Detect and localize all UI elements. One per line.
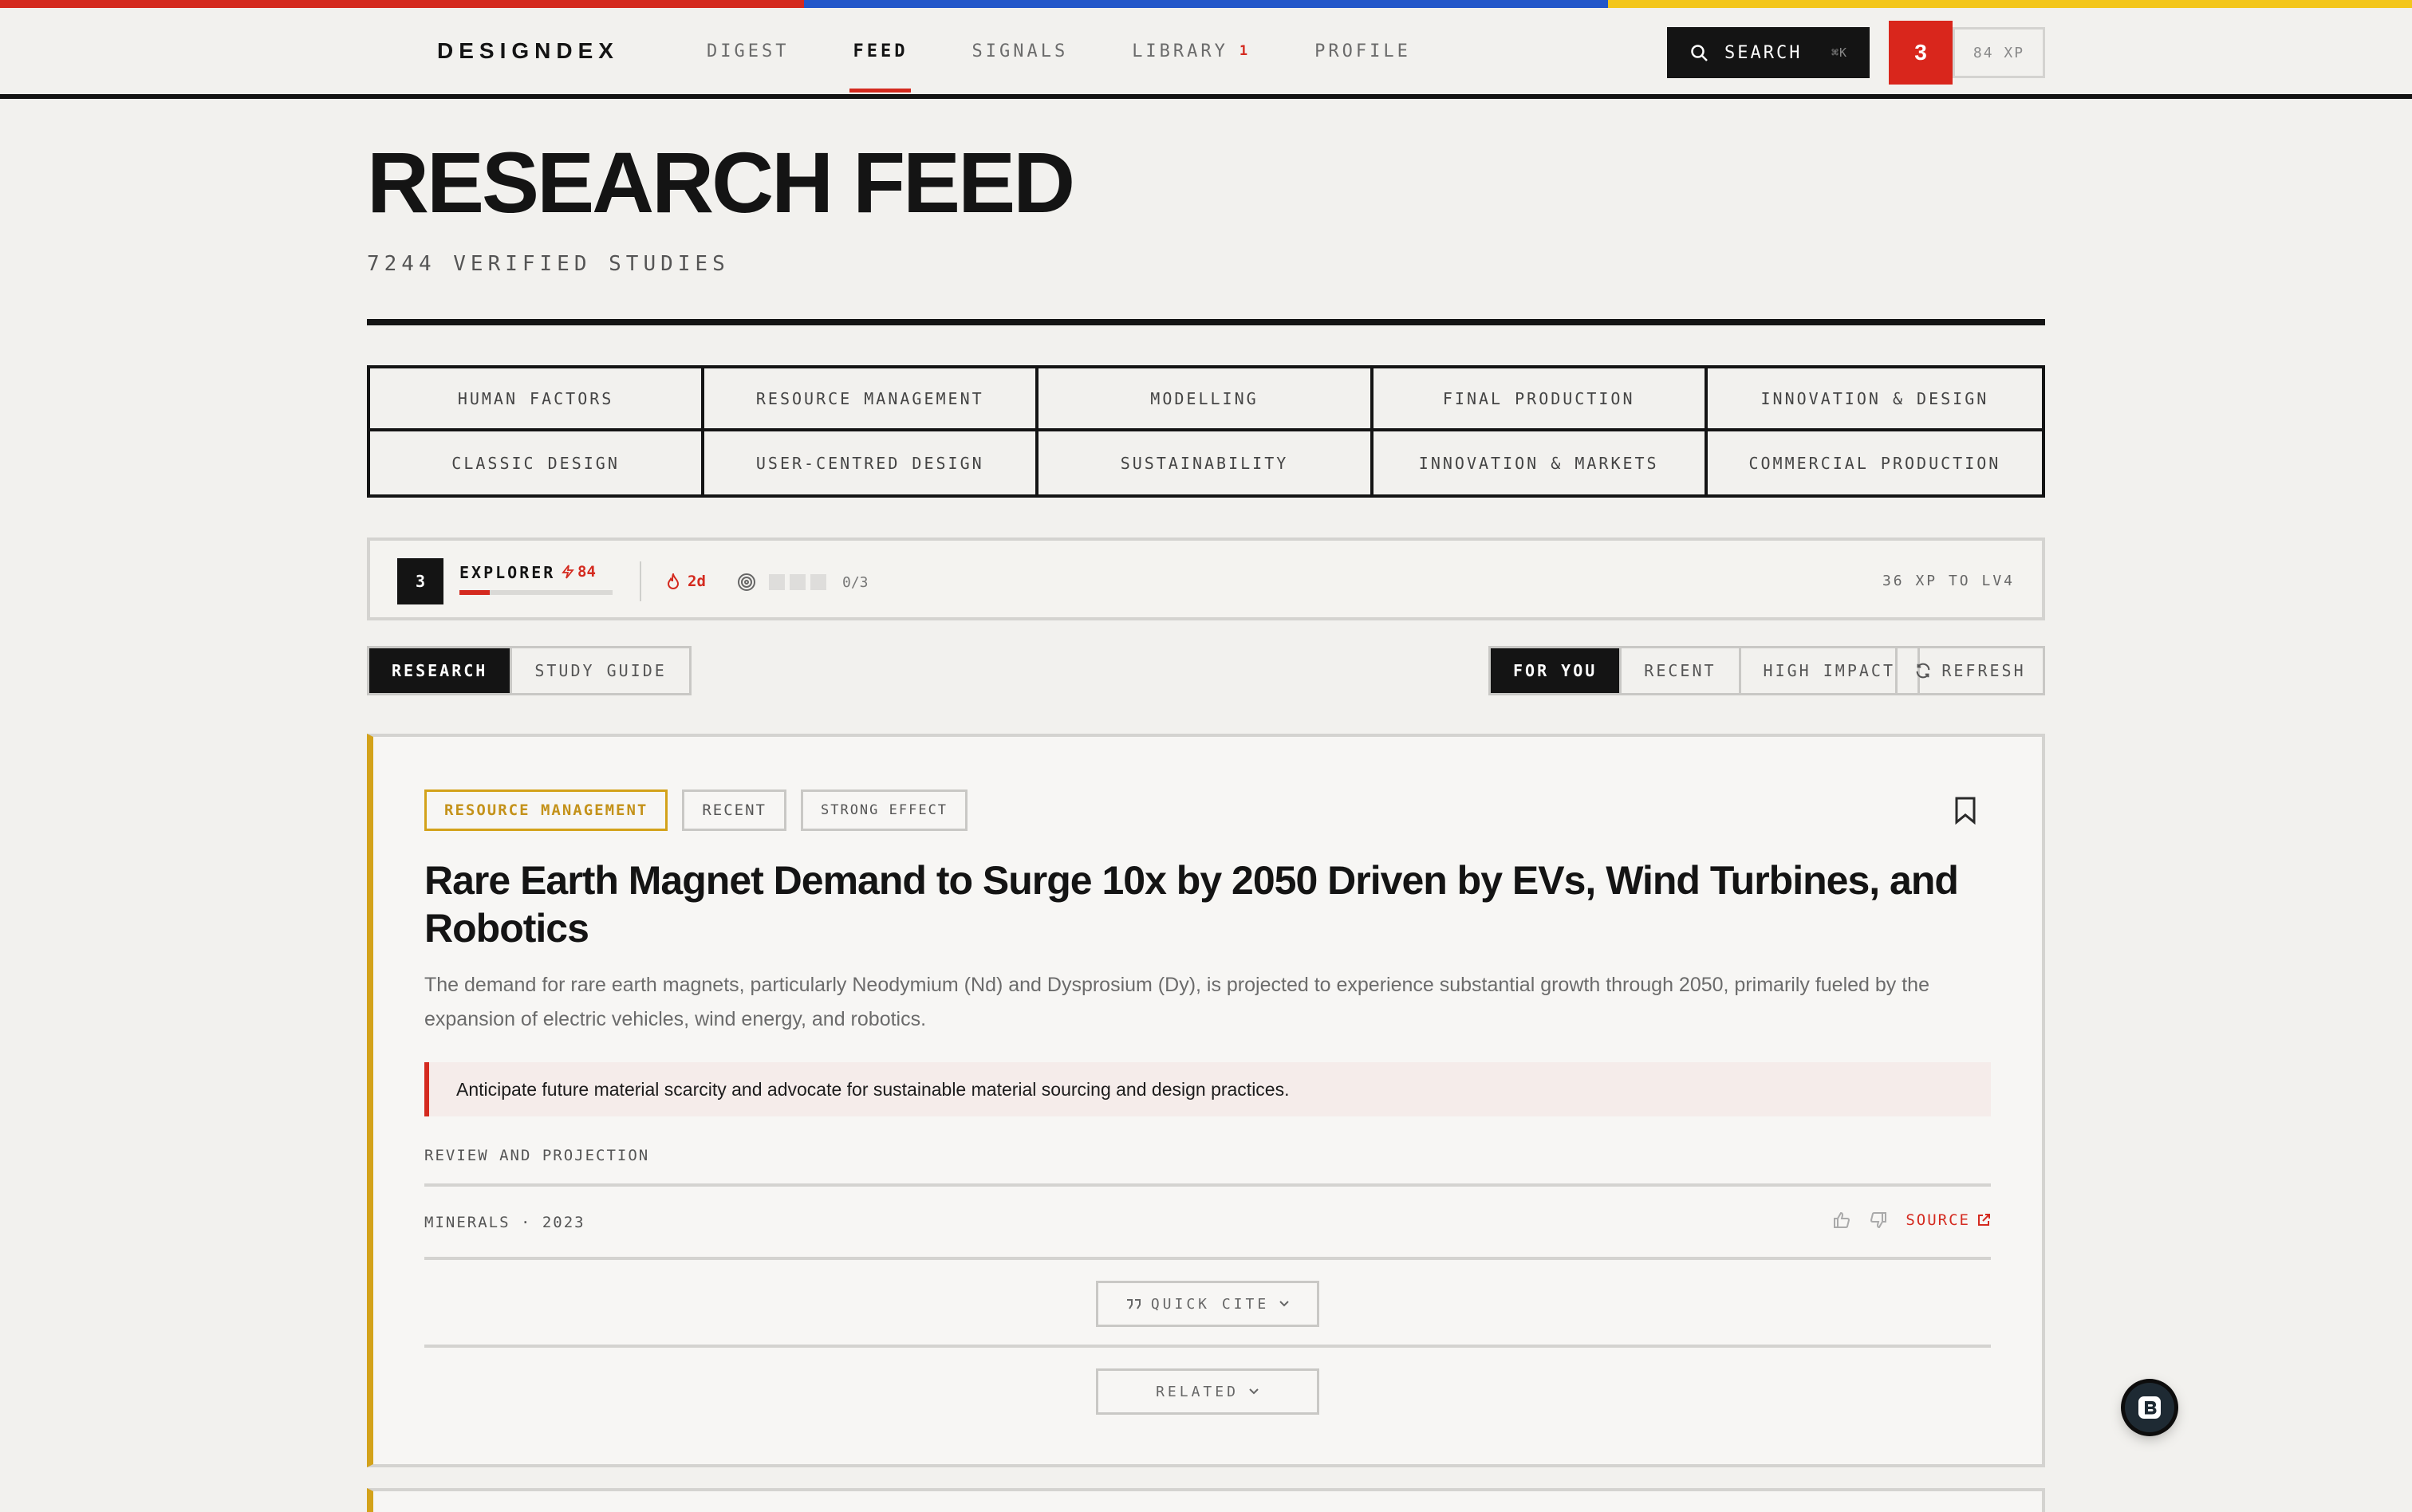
search-shortcut: ⌘K	[1831, 45, 1847, 60]
tab-for-you[interactable]: FOR YOU	[1491, 648, 1622, 693]
streak-value: 2d	[688, 573, 706, 590]
progress-panel: 3 EXPLORER 84 2d 0/3 36 XP TO LV4	[367, 537, 2045, 620]
recency-tag: RECENT	[682, 789, 786, 831]
top-nav: DESIGNDEX DIGEST FEED SIGNALS LIBRARY 1 P…	[0, 8, 2412, 99]
search-label: SEARCH	[1724, 42, 1803, 63]
card-title[interactable]: Rare Earth Magnet Demand to Surge 10x by…	[424, 856, 2004, 952]
category-classic-design[interactable]: CLASSIC DESIGN	[370, 431, 705, 494]
streak: 2d	[667, 573, 706, 590]
search-icon	[1691, 45, 1708, 61]
logo[interactable]: DESIGNDEX	[437, 38, 619, 64]
card-divider	[424, 1345, 1991, 1348]
related-label: RELATED	[1156, 1383, 1239, 1400]
goal-box	[769, 574, 785, 590]
sort-tabs: FOR YOU RECENT HIGH IMPACT	[1488, 646, 1920, 695]
rank-xp: 84	[562, 563, 596, 581]
card-divider	[424, 1183, 1991, 1187]
category-innovation-markets[interactable]: INNOVATION & MARKETS	[1374, 431, 1708, 494]
goal-box	[810, 574, 826, 590]
external-link-icon	[1978, 1214, 1990, 1226]
thumbs-down-icon[interactable]	[1869, 1211, 1888, 1230]
related-button[interactable]: RELATED	[1096, 1368, 1319, 1415]
research-card: RESOURCE MANAGEMENT RECENT STRONG EFFECT…	[367, 734, 2045, 1467]
rank-xp-value: 84	[577, 563, 596, 581]
next-research-card[interactable]	[367, 1488, 2045, 1512]
nav-signals[interactable]: SIGNALS	[940, 8, 1100, 94]
quick-cite-button[interactable]: QUICK CITE	[1096, 1281, 1319, 1327]
xp-to-next-level: 36 XP TO LV4	[1882, 573, 2015, 589]
category-human-factors[interactable]: HUMAN FACTORS	[370, 368, 705, 431]
xp-counter: 84 XP	[1953, 27, 2045, 78]
level-square: 3	[397, 558, 443, 604]
card-description: The demand for rare earth magnets, parti…	[424, 974, 1929, 1030]
card-meta: MINERALS · 2023	[424, 1214, 585, 1231]
top-color-stripe	[0, 0, 2412, 8]
nav-profile[interactable]: PROFILE	[1283, 8, 1443, 94]
refresh-button[interactable]: REFRESH	[1895, 646, 2045, 695]
tab-research[interactable]: RESEARCH	[369, 648, 513, 693]
category-grid: HUMAN FACTORS RESOURCE MANAGEMENT MODELL…	[367, 365, 2045, 498]
level-badge[interactable]: 3	[1889, 21, 1953, 85]
thumbs-up-icon[interactable]	[1832, 1211, 1851, 1230]
chevron-down-icon	[1279, 1301, 1289, 1307]
rank-progress-fill	[459, 590, 491, 595]
chevron-down-icon	[1249, 1388, 1259, 1395]
daily-goal: 0/3	[737, 573, 869, 592]
study-method: REVIEW AND PROJECTION	[424, 1147, 650, 1164]
page-subtitle: 7244 VERIFIED STUDIES	[367, 252, 730, 276]
tab-high-impact[interactable]: HIGH IMPACT	[1741, 648, 1917, 693]
nav-digest[interactable]: DIGEST	[675, 8, 821, 94]
card-divider	[424, 1257, 1991, 1260]
category-modelling[interactable]: MODELLING	[1038, 368, 1374, 431]
design-implication: Anticipate future material scarcity and …	[424, 1062, 1991, 1116]
source-label: SOURCE	[1906, 1211, 1970, 1229]
nav-feed-label: FEED	[853, 41, 908, 61]
effect-tag: STRONG EFFECT	[800, 789, 968, 831]
category-commercial-production[interactable]: COMMERCIAL PRODUCTION	[1708, 431, 2042, 494]
bookmark-icon[interactable]	[1954, 796, 1977, 825]
category-final-production[interactable]: FINAL PRODUCTION	[1373, 368, 1708, 431]
goal-box	[790, 574, 806, 590]
page-title: RESEARCH FEED	[367, 134, 1075, 230]
refresh-icon	[1917, 663, 1930, 679]
bolt-icon	[562, 565, 574, 579]
header-divider	[367, 319, 2045, 325]
tab-study-guide[interactable]: STUDY GUIDE	[512, 648, 688, 693]
library-count-badge: 1	[1239, 43, 1251, 59]
nav-library[interactable]: LIBRARY 1	[1100, 8, 1283, 94]
nav-feed[interactable]: FEED	[821, 8, 940, 94]
quick-cite-label: QUICK CITE	[1150, 1295, 1270, 1313]
flame-icon	[667, 573, 680, 589]
rank-name: EXPLORER	[459, 563, 556, 582]
category-resource-management[interactable]: RESOURCE MANAGEMENT	[704, 368, 1039, 431]
quote-icon	[1126, 1299, 1141, 1309]
assistant-launcher-button[interactable]	[2125, 1383, 2174, 1432]
refresh-label: REFRESH	[1941, 661, 2026, 680]
nav-profile-label: PROFILE	[1314, 41, 1411, 61]
assistant-logo-icon	[2138, 1396, 2161, 1419]
category-innovation-design[interactable]: INNOVATION & DESIGN	[1707, 368, 2042, 431]
source-link[interactable]: SOURCE	[1906, 1211, 1991, 1229]
category-sustainability[interactable]: SUSTAINABILITY	[1038, 431, 1374, 494]
nav-signals-label: SIGNALS	[972, 41, 1069, 61]
search-button[interactable]: SEARCH ⌘K	[1667, 27, 1870, 78]
category-user-centred-design[interactable]: USER-CENTRED DESIGN	[704, 431, 1039, 494]
target-icon	[738, 573, 755, 591]
card-tags: RESOURCE MANAGEMENT RECENT STRONG EFFECT	[424, 789, 968, 831]
rank-progress-bar	[459, 590, 613, 595]
card-actions: SOURCE	[1832, 1211, 1991, 1230]
nav-library-label: LIBRARY	[1132, 41, 1228, 61]
category-tag[interactable]: RESOURCE MANAGEMENT	[424, 789, 668, 831]
nav-digest-label: DIGEST	[707, 41, 790, 61]
mode-tabs: RESEARCH STUDY GUIDE	[367, 646, 692, 695]
nav-links: DIGEST FEED SIGNALS LIBRARY 1 PROFILE	[675, 8, 1443, 94]
goal-count: 0/3	[842, 573, 869, 591]
progress-divider	[640, 561, 641, 601]
tab-recent[interactable]: RECENT	[1622, 648, 1741, 693]
